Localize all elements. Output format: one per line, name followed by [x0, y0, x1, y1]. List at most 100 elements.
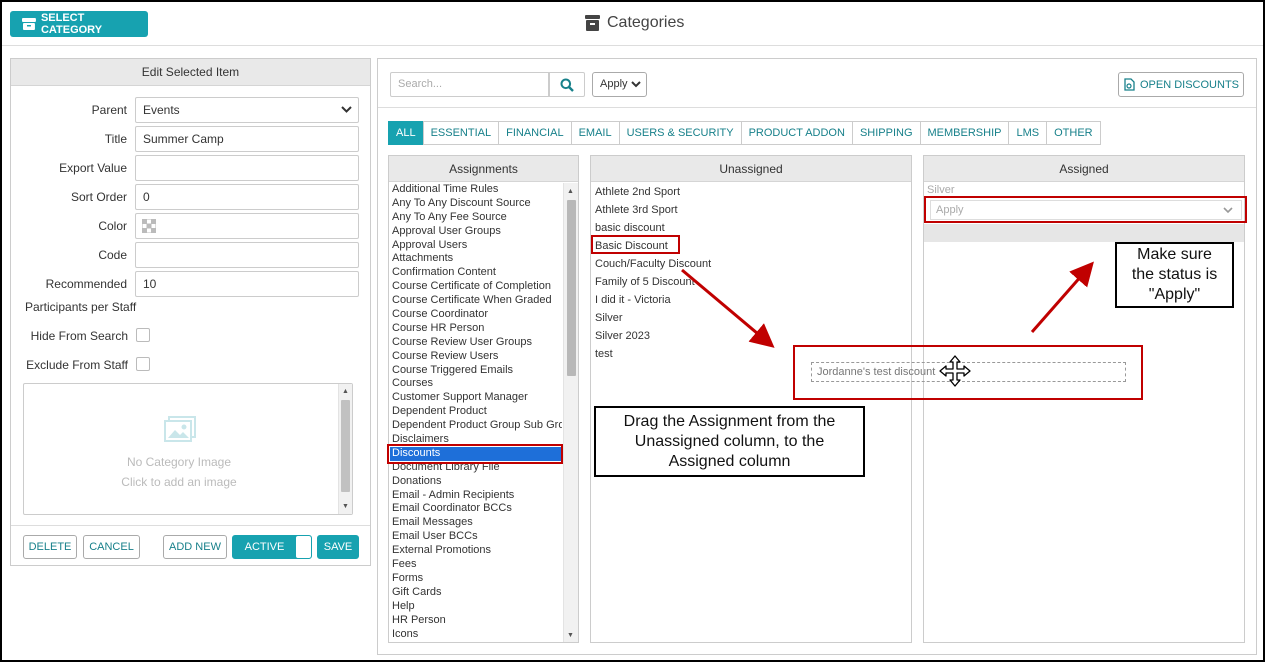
assigned-item-footer — [924, 224, 1244, 242]
active-toggle-label: ACTIVE — [244, 541, 285, 553]
delete-button[interactable]: DELETE — [23, 535, 77, 559]
assignment-item[interactable]: Dependent Product Group Sub Grou — [390, 419, 562, 433]
add-new-button[interactable]: ADD NEW — [163, 535, 227, 559]
parent-select[interactable]: Events — [135, 97, 359, 123]
export-value-input[interactable] — [135, 155, 359, 181]
participants-per-staff-label: Participants per Staff — [25, 300, 137, 314]
tab-lms[interactable]: LMS — [1008, 121, 1048, 145]
image-scrollbar[interactable]: ▲ ▼ — [338, 384, 352, 514]
assignment-item[interactable]: Course Review Users — [390, 350, 562, 364]
assignments-scrollbar[interactable]: ▲ ▼ — [563, 183, 578, 642]
category-tabs: ALL ESSENTIAL FINANCIAL EMAIL USERS & SE… — [388, 121, 1101, 145]
tab-shipping[interactable]: SHIPPING — [851, 121, 921, 145]
assignment-item[interactable]: Dependent Product — [390, 405, 562, 419]
open-discounts-button[interactable]: OPEN DISCOUNTS — [1118, 72, 1244, 97]
export-value-row: Export Value — [11, 155, 371, 181]
exclude-from-staff-checkbox[interactable] — [136, 357, 150, 371]
assignment-item[interactable]: Any To Any Fee Source — [390, 211, 562, 225]
tab-users-security[interactable]: USERS & SECURITY — [618, 121, 742, 145]
assignment-item[interactable]: Approval Users — [390, 239, 562, 253]
active-toggle[interactable]: ACTIVE — [232, 535, 312, 559]
unassigned-item[interactable]: Silver 2023 — [591, 327, 911, 345]
assignment-item[interactable]: Email Messages — [390, 516, 562, 530]
category-image-dropzone[interactable]: No Category Image Click to add an image … — [23, 383, 353, 515]
unassigned-item[interactable]: Couch/Faculty Discount — [591, 255, 911, 273]
sort-order-row: Sort Order 0 — [11, 184, 371, 210]
unassigned-header: Unassigned — [591, 156, 911, 182]
code-label: Code — [98, 248, 127, 262]
title-input[interactable]: Summer Camp — [135, 126, 359, 152]
toolbar-divider — [378, 107, 1256, 108]
open-discounts-label: OPEN DISCOUNTS — [1139, 78, 1239, 91]
transparent-swatch-icon — [142, 219, 156, 233]
assignment-item[interactable]: Email Coordinator BCCs — [390, 502, 562, 516]
annotation-highlight-basic-discount — [591, 235, 680, 254]
hide-from-search-checkbox[interactable] — [136, 328, 150, 342]
assignments-column: Assignments Additional Time Rules Any To … — [388, 155, 579, 643]
sort-order-input[interactable]: 0 — [135, 184, 359, 210]
color-row: Color — [11, 213, 371, 239]
callout-status-instruction: Make sure the status is "Apply" — [1115, 242, 1234, 308]
assignment-item[interactable]: Customer Support Manager — [390, 391, 562, 405]
annotation-highlight-drag-area — [793, 345, 1143, 400]
assignment-item[interactable]: Confirmation Content — [390, 266, 562, 280]
tab-other[interactable]: OTHER — [1046, 121, 1101, 145]
assignments-list[interactable]: Additional Time Rules Any To Any Discount… — [390, 183, 562, 643]
scrollbar-thumb[interactable] — [567, 200, 576, 376]
assignment-item[interactable]: Donations — [390, 475, 562, 489]
assignment-item[interactable]: Courses — [390, 377, 562, 391]
tab-essential[interactable]: ESSENTIAL — [422, 121, 500, 145]
assignment-item[interactable]: Course Certificate When Graded — [390, 294, 562, 308]
tab-product-addon[interactable]: PRODUCT ADDON — [740, 121, 853, 145]
exclude-from-staff-label: Exclude From Staff — [26, 358, 128, 372]
assignment-item[interactable]: HR Person — [390, 614, 562, 628]
unassigned-list[interactable]: Athlete 2nd Sport Athlete 3rd Sport basic … — [591, 183, 911, 363]
unassigned-item[interactable]: Athlete 2nd Sport — [591, 183, 911, 201]
unassigned-item[interactable]: I did it - Victoria — [591, 291, 911, 309]
status-filter-select[interactable]: Apply — [592, 72, 647, 97]
unassigned-item[interactable]: Silver — [591, 309, 911, 327]
assignment-item[interactable]: Email - Admin Recipients — [390, 489, 562, 503]
tab-financial[interactable]: FINANCIAL — [498, 121, 572, 145]
assignment-item[interactable]: External Promotions — [390, 544, 562, 558]
assignment-item[interactable]: Fees — [390, 558, 562, 572]
open-folder-icon — [1124, 78, 1135, 91]
search-button[interactable] — [548, 72, 585, 97]
tab-email[interactable]: EMAIL — [570, 121, 620, 145]
status-filter-value: Apply — [600, 78, 628, 90]
select-category-label: SELECT CATEGORY — [40, 12, 103, 36]
assignment-item[interactable]: Any To Any Discount Source — [390, 197, 562, 211]
tab-membership[interactable]: MEMBERSHIP — [919, 121, 1010, 145]
color-picker[interactable] — [135, 213, 359, 239]
search-icon — [560, 78, 574, 92]
assignment-item[interactable]: Course Certificate of Completion — [390, 280, 562, 294]
assignment-item[interactable]: Gift Cards — [390, 586, 562, 600]
assignment-item[interactable]: Help — [390, 600, 562, 614]
search-input[interactable]: Search... — [390, 72, 550, 97]
recommended-input[interactable]: 10 — [135, 271, 359, 297]
tab-all[interactable]: ALL — [388, 121, 424, 145]
toggle-knob — [296, 536, 311, 558]
unassigned-item[interactable]: Family of 5 Discount — [591, 273, 911, 291]
select-category-button[interactable]: SELECT CATEGORY — [10, 11, 148, 37]
assignment-item[interactable]: Attachments — [390, 252, 562, 266]
cancel-button[interactable]: CANCEL — [83, 535, 140, 559]
code-input[interactable] — [135, 242, 359, 268]
callout-drag-instruction: Drag the Assignment from the Unassigned … — [594, 406, 865, 477]
scrollbar-thumb[interactable] — [341, 400, 350, 492]
parent-label: Parent — [91, 103, 127, 117]
assignment-item[interactable]: Course HR Person — [390, 322, 562, 336]
assignment-item[interactable]: Email User BCCs — [390, 530, 562, 544]
assignment-item[interactable]: Course Review User Groups — [390, 336, 562, 350]
exclude-from-staff-row: Exclude From Staff — [11, 352, 371, 378]
assignment-item[interactable]: Course Coordinator — [390, 308, 562, 322]
assignment-item[interactable]: Additional Time Rules — [390, 183, 562, 197]
assignment-item[interactable]: Icons — [390, 628, 562, 642]
assignment-item[interactable]: Approval User Groups — [390, 225, 562, 239]
assignment-item[interactable]: Course Triggered Emails — [390, 364, 562, 378]
recommended-row: Recommended 10 — [11, 271, 371, 297]
save-button[interactable]: SAVE — [317, 535, 359, 559]
assignment-item[interactable]: Forms — [390, 572, 562, 586]
chevron-down-icon — [631, 81, 641, 88]
unassigned-item[interactable]: Athlete 3rd Sport — [591, 201, 911, 219]
